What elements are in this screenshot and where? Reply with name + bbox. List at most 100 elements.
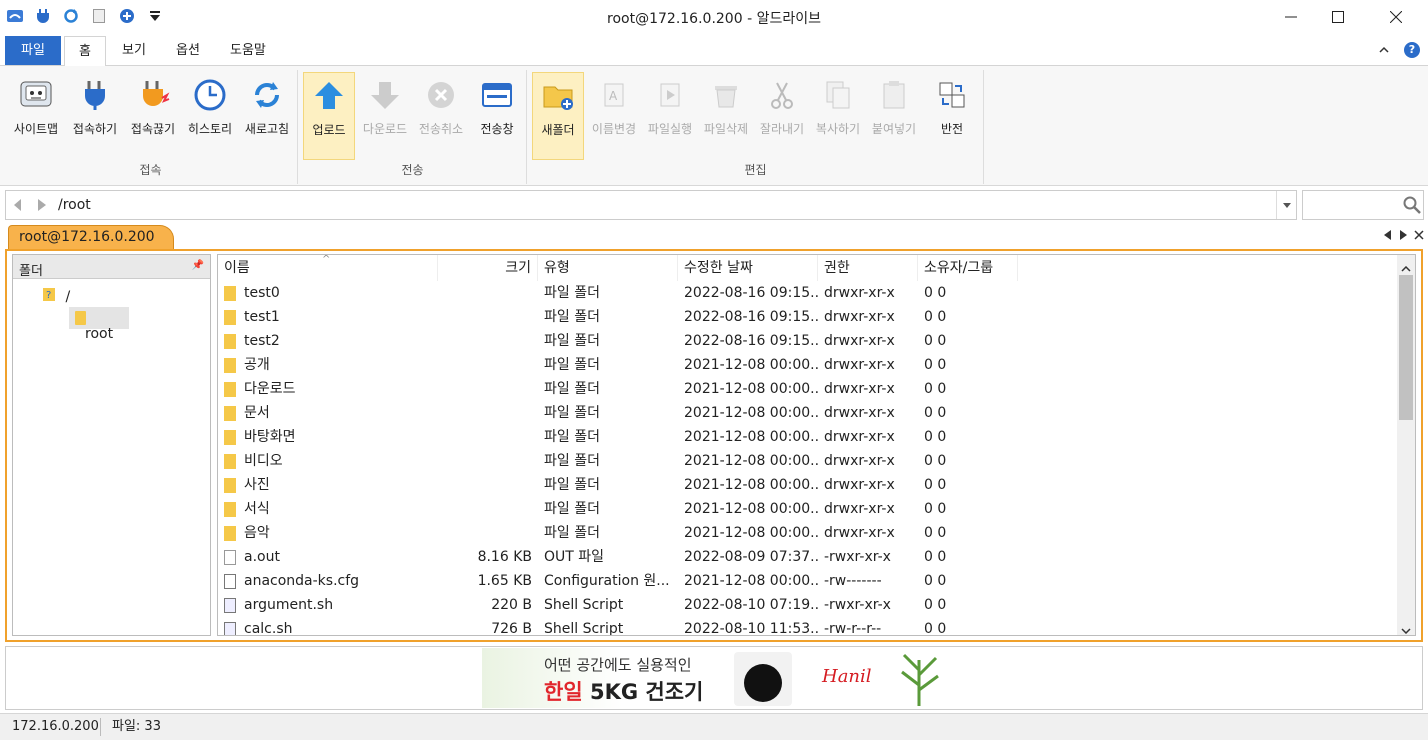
table-row[interactable]: 서식 파일 폴더 2021-12-08 00:00... drwxr-xr-x 0 0: [218, 497, 1398, 521]
table-row[interactable]: 다운로드 파일 폴더 2021-12-08 00:00... drwxr-xr-x 0 …: [218, 377, 1398, 401]
invert-selection-button[interactable]: 반전: [924, 72, 980, 158]
cell-name: anaconda-ks.cfg: [218, 569, 438, 593]
cell-type: 파일 폴더: [544, 405, 600, 421]
table-row[interactable]: argument.sh 220 B Shell Script 2022-08-10 0…: [218, 593, 1398, 617]
close-button[interactable]: [1373, 0, 1419, 34]
invert-selection-icon: [939, 82, 965, 108]
cell-type: 파일 폴더: [544, 477, 600, 493]
tab-help[interactable]: 도움말: [216, 36, 280, 66]
folder-icon: [224, 381, 236, 397]
upload-button[interactable]: 업로드: [303, 72, 355, 160]
address-dropdown-icon[interactable]: [1276, 191, 1296, 219]
cell-name: a.out: [218, 545, 438, 569]
back-icon[interactable]: [14, 199, 22, 215]
cell-owner: 0 0: [924, 573, 947, 589]
cancel-transfer-button[interactable]: 전송취소: [413, 72, 469, 158]
run-file-button[interactable]: 파일실행: [642, 72, 698, 158]
connect-button[interactable]: 접속하기: [66, 72, 124, 158]
cell-owner: 0 0: [924, 621, 947, 636]
collapse-ribbon-icon[interactable]: [1378, 44, 1390, 59]
cancel-icon: [428, 82, 454, 108]
cell-size: [438, 497, 538, 521]
folder-tree-title: 폴더: [19, 264, 43, 279]
cell-date: 2022-08-16 09:15...: [684, 333, 818, 349]
table-row[interactable]: test1 파일 폴더 2022-08-16 09:15... drwxr-xr-x 0…: [218, 305, 1398, 329]
search-icon[interactable]: [1403, 196, 1421, 218]
column-permission[interactable]: 권한: [818, 255, 918, 281]
scroll-thumb[interactable]: [1399, 275, 1413, 420]
table-row[interactable]: test2 파일 폴더 2022-08-16 09:15... drwxr-xr-x 0…: [218, 329, 1398, 353]
cell-perm: drwxr-xr-x: [824, 525, 895, 541]
ad-banner[interactable]: 어떤 공간에도 실용적인 한일 5KG 건조기 Hanil: [482, 648, 950, 708]
tree-item-root[interactable]: ? /: [43, 287, 70, 305]
column-owner[interactable]: 소유자/그룹: [918, 255, 1018, 281]
cut-button[interactable]: 잘라내기: [754, 72, 810, 158]
tab-close-icon[interactable]: [1414, 229, 1424, 244]
session-tab[interactable]: root@172.16.0.200: [8, 225, 174, 249]
folder-icon: [224, 501, 236, 517]
cell-size: [438, 449, 538, 473]
column-size[interactable]: 크기: [438, 255, 538, 281]
address-input[interactable]: /root: [58, 197, 91, 213]
refresh-button[interactable]: 새로고침: [238, 72, 296, 158]
question-folder-icon: ?: [43, 288, 55, 301]
copy-button[interactable]: 복사하기: [810, 72, 866, 158]
ribbon-tabs: 파일 홈 보기 옵션 도움말 ?: [0, 36, 1428, 67]
transfer-window-button[interactable]: 전송창: [469, 72, 525, 158]
table-row[interactable]: 음악 파일 폴더 2021-12-08 00:00... drwxr-xr-x 0 0: [218, 521, 1398, 545]
rename-button[interactable]: A 이름변경: [586, 72, 642, 158]
table-row[interactable]: anaconda-ks.cfg 1.65 KB Configuration 원...…: [218, 569, 1398, 593]
sitemap-button[interactable]: 사이트맵: [6, 72, 66, 158]
tab-options[interactable]: 옵션: [162, 36, 214, 66]
column-name[interactable]: 이름 ^: [218, 255, 438, 281]
ad-line2-product: 5KG 건조기: [589, 680, 704, 704]
cell-owner: 0 0: [924, 405, 947, 421]
cell-type: 파일 폴더: [544, 309, 600, 325]
paste-button[interactable]: 붙여넣기: [866, 72, 922, 158]
help-icon[interactable]: ?: [1404, 42, 1420, 58]
tab-file[interactable]: 파일: [5, 36, 61, 65]
group-transfer-label: 전송: [401, 163, 424, 177]
cell-size: [438, 401, 538, 425]
minimize-button[interactable]: [1268, 0, 1314, 34]
cell-perm: -rw-------: [824, 573, 882, 589]
pin-icon[interactable]: 📌: [192, 260, 204, 271]
download-button[interactable]: 다운로드: [357, 72, 413, 158]
cell-perm: drwxr-xr-x: [824, 501, 895, 517]
table-row[interactable]: 비디오 파일 폴더 2021-12-08 00:00... drwxr-xr-x 0 0: [218, 449, 1398, 473]
cell-type: 파일 폴더: [544, 357, 600, 373]
cell-name: argument.sh: [218, 593, 438, 617]
column-date[interactable]: 수정한 날짜: [678, 255, 818, 281]
tab-next-icon[interactable]: [1400, 229, 1408, 244]
forward-icon[interactable]: [38, 199, 46, 215]
table-row[interactable]: 공개 파일 폴더 2021-12-08 00:00... drwxr-xr-x 0 0: [218, 353, 1398, 377]
vertical-scrollbar[interactable]: [1397, 255, 1415, 635]
tab-view[interactable]: 보기: [108, 36, 160, 66]
folder-icon: [224, 357, 236, 373]
cell-type: 파일 폴더: [544, 381, 600, 397]
delete-file-button[interactable]: 파일삭제: [698, 72, 754, 158]
cell-perm: drwxr-xr-x: [824, 477, 895, 493]
scroll-up-icon[interactable]: [1401, 261, 1411, 276]
new-folder-button[interactable]: 새폴더: [532, 72, 584, 160]
table-row[interactable]: a.out 8.16 KB OUT 파일 2022-08-09 07:37... -rw…: [218, 545, 1398, 569]
status-host: 172.16.0.200: [12, 719, 99, 734]
tree-item-root-folder[interactable]: root: [69, 307, 129, 342]
scroll-down-icon[interactable]: [1401, 623, 1411, 635]
disconnect-button[interactable]: 접속끊기: [124, 72, 182, 158]
table-row[interactable]: calc.sh 726 B Shell Script 2022-08-10 11:53…: [218, 617, 1398, 636]
table-row[interactable]: 문서 파일 폴더 2021-12-08 00:00... drwxr-xr-x 0 0: [218, 401, 1398, 425]
file-name: 음악: [244, 525, 270, 541]
column-type[interactable]: 유형: [538, 255, 678, 281]
tab-home[interactable]: 홈: [64, 36, 106, 67]
history-button[interactable]: 히스토리: [182, 72, 238, 158]
tab-prev-icon[interactable]: [1384, 229, 1392, 244]
table-row[interactable]: test0 파일 폴더 2022-08-16 09:15... drwxr-xr-x 0…: [218, 281, 1398, 305]
table-row[interactable]: 바탕화면 파일 폴더 2021-12-08 00:00... drwxr-xr-x 0 …: [218, 425, 1398, 449]
cell-name: 공개: [218, 353, 438, 377]
table-row[interactable]: 사진 파일 폴더 2021-12-08 00:00... drwxr-xr-x 0 0: [218, 473, 1398, 497]
cell-date: 2021-12-08 00:00...: [684, 573, 818, 589]
maximize-button[interactable]: [1315, 0, 1361, 34]
search-input[interactable]: [1302, 190, 1424, 220]
script-file-icon: [224, 597, 236, 613]
